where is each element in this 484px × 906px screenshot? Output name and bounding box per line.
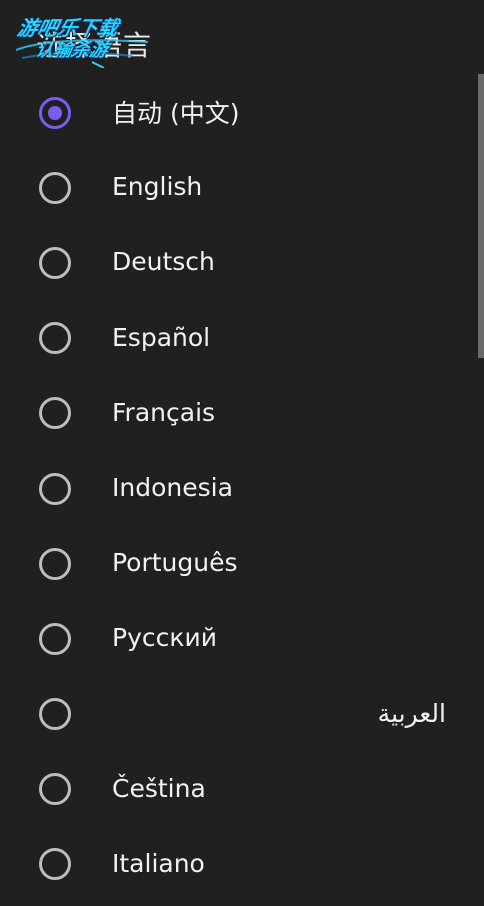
radio-unselected-icon[interactable] xyxy=(39,622,71,655)
radio-selected-icon[interactable] xyxy=(39,96,71,129)
language-option-english[interactable]: English xyxy=(0,149,484,224)
language-label: Español xyxy=(112,322,211,352)
radio-unselected-icon[interactable] xyxy=(39,246,71,279)
language-option-portugues[interactable]: Português xyxy=(0,525,484,600)
language-label: العربية xyxy=(377,698,446,728)
language-option-italian[interactable]: Italiano xyxy=(0,826,484,901)
language-label: Русский xyxy=(112,623,217,653)
language-label: English xyxy=(112,172,203,202)
language-label: Indonesia xyxy=(112,473,233,503)
radio-unselected-icon[interactable] xyxy=(39,698,71,731)
watermark-logo: 游吧乐下载 认输杀游 xyxy=(12,10,152,68)
radio-unselected-icon[interactable] xyxy=(39,773,71,806)
watermark-text-2: 认输杀游 xyxy=(33,40,110,61)
dialog-header: 选择语言 游吧乐下载 认输杀游 xyxy=(0,0,484,74)
radio-unselected-icon[interactable] xyxy=(39,397,71,430)
language-option-espanol[interactable]: Español xyxy=(0,300,484,375)
scrollbar[interactable] xyxy=(478,74,484,358)
language-label: Čeština xyxy=(112,773,206,803)
language-label: Français xyxy=(112,397,216,427)
language-option-arabic[interactable]: العربية xyxy=(0,676,484,751)
language-label: Deutsch xyxy=(112,247,215,277)
radio-unselected-icon[interactable] xyxy=(39,848,71,881)
radio-unselected-icon[interactable] xyxy=(39,171,71,204)
language-option-indonesia[interactable]: Indonesia xyxy=(0,450,484,525)
radio-unselected-icon[interactable] xyxy=(39,472,71,505)
language-option-russian[interactable]: Русский xyxy=(0,600,484,675)
language-label: 自动 (中文) xyxy=(112,98,240,128)
language-label: Italiano xyxy=(112,848,205,878)
language-option-auto[interactable]: 自动 (中文) xyxy=(0,74,484,149)
radio-unselected-icon[interactable] xyxy=(39,547,71,580)
language-label: Português xyxy=(112,548,238,578)
language-option-deutsch[interactable]: Deutsch xyxy=(0,224,484,299)
language-option-czech[interactable]: Čeština xyxy=(0,751,484,826)
language-option-francais[interactable]: Français xyxy=(0,375,484,450)
language-list: 自动 (中文) English Deutsch Español Français… xyxy=(0,74,484,901)
radio-unselected-icon[interactable] xyxy=(39,322,71,355)
